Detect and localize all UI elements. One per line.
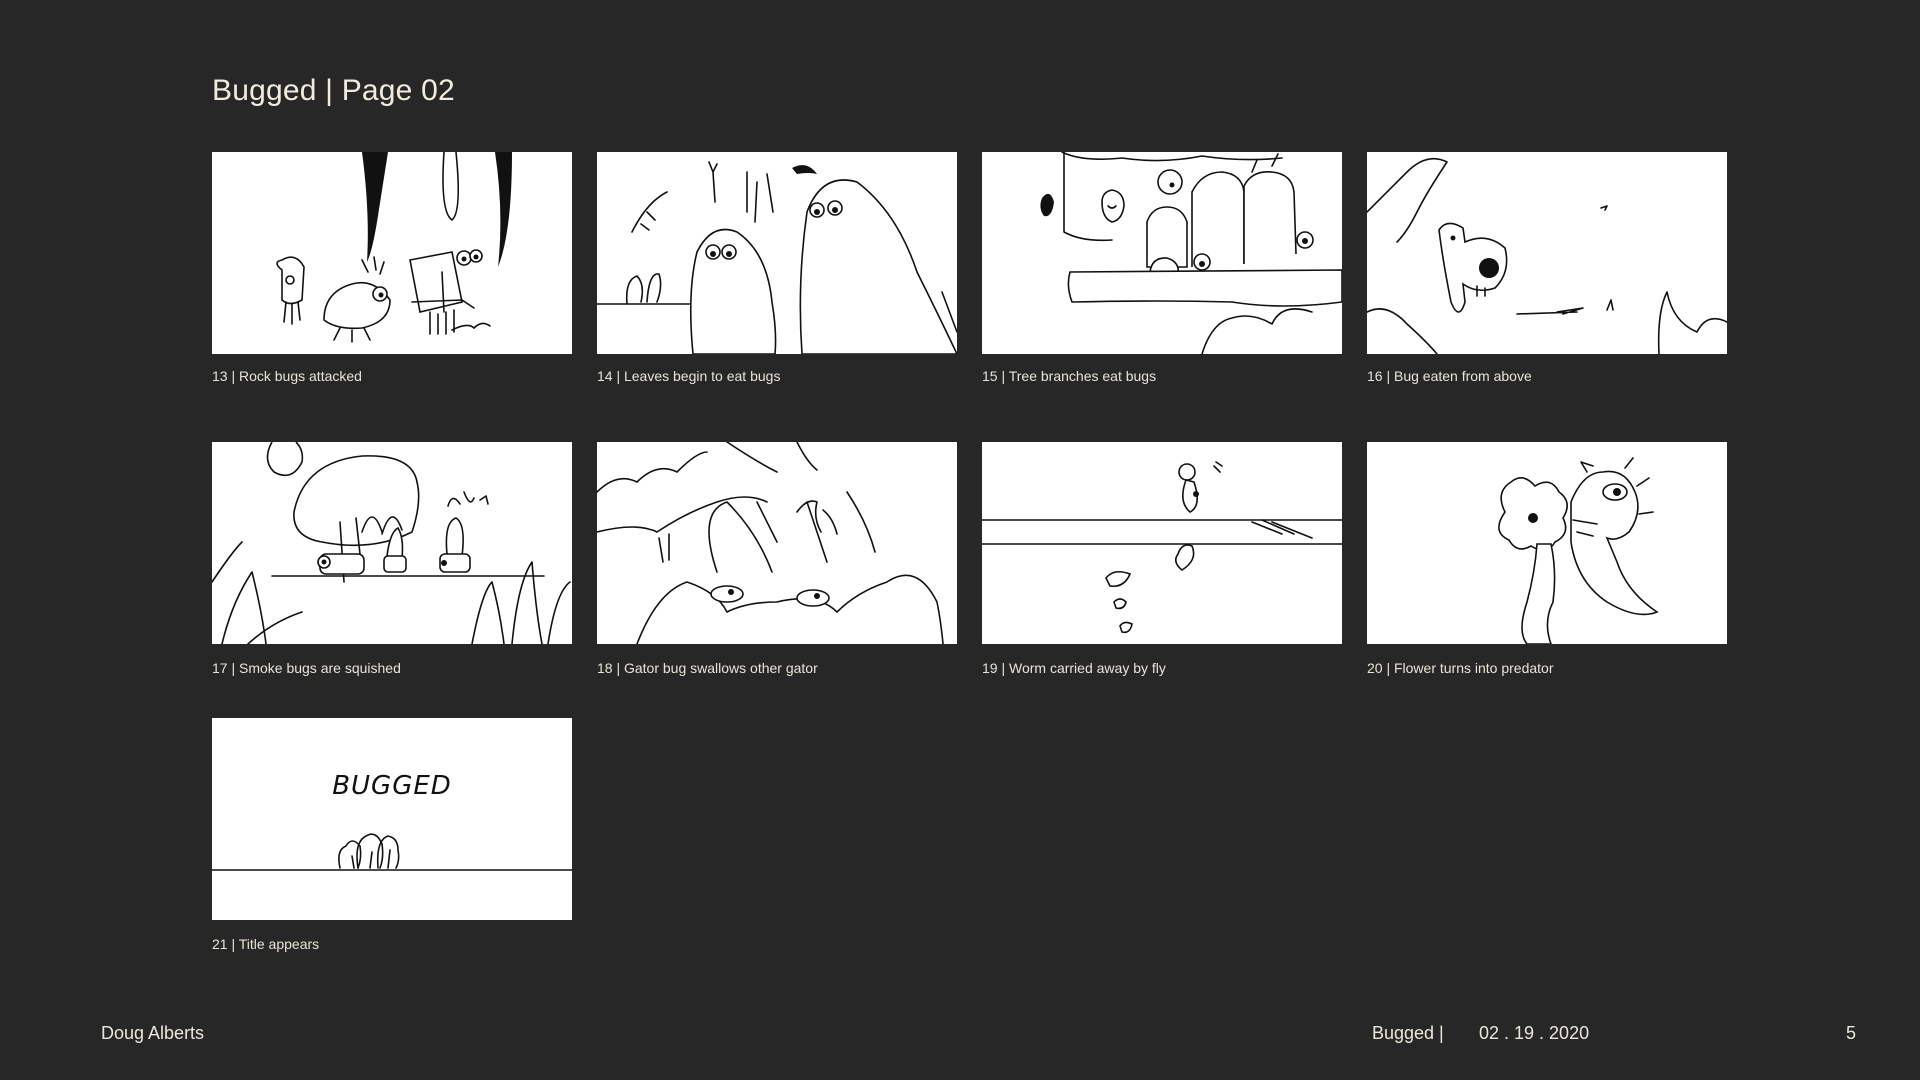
panel-caption: 17 | Smoke bugs are squished — [212, 660, 401, 676]
panel-caption: 20 | Flower turns into predator — [1367, 660, 1554, 676]
panel-caption: 16 | Bug eaten from above — [1367, 368, 1532, 384]
sketch-smoke-bugs-squished — [212, 442, 571, 644]
footer-date: 02 . 19 . 2020 — [1479, 1023, 1590, 1043]
footer-page-number: 5 — [1846, 1023, 1857, 1043]
sketch-title-text: BUGGED — [332, 771, 452, 801]
footer-project: Bugged | — [1372, 1023, 1444, 1043]
storyboard-panel-16 — [1367, 152, 1727, 354]
page-title: Bugged | Page 02 — [212, 74, 455, 107]
storyboard-panel-13 — [212, 152, 572, 354]
sketch-leaves-eat-bugs — [597, 161, 957, 354]
sketch-gator-swallows-gator — [597, 442, 944, 644]
storyboard-panel-15 — [982, 152, 1342, 354]
storyboard-panel-21: BUGGED — [212, 718, 572, 920]
panel-caption: 19 | Worm carried away by fly — [982, 660, 1166, 676]
sketch-rock-bugs-attacked — [276, 152, 512, 343]
storyboard-panel-18 — [597, 442, 957, 644]
sketch-title-appears: BUGGED — [212, 771, 572, 871]
storyboard-panel-19 — [982, 442, 1342, 644]
storyboard-panel-17 — [212, 442, 572, 644]
sketch-worm-carried-by-fly — [982, 461, 1342, 634]
storyboard-panel-20 — [1367, 442, 1727, 644]
panel-caption: 15 | Tree branches eat bugs — [982, 368, 1157, 384]
storyboard-panel-14 — [597, 152, 957, 354]
panel-caption: 13 | Rock bugs attacked — [212, 368, 362, 384]
sketch-bug-eaten-from-above — [1367, 157, 1727, 354]
footer-author: Doug Alberts — [101, 1023, 205, 1043]
panel-caption: 14 | Leaves begin to eat bugs — [597, 368, 781, 384]
panel-caption: 21 | Title appears — [212, 936, 320, 952]
sketch-flower-turns-predator — [1498, 457, 1659, 644]
sketch-tree-branches-eat-bugs — [1040, 152, 1342, 354]
panel-caption: 18 | Gator bug swallows other gator — [597, 660, 818, 676]
